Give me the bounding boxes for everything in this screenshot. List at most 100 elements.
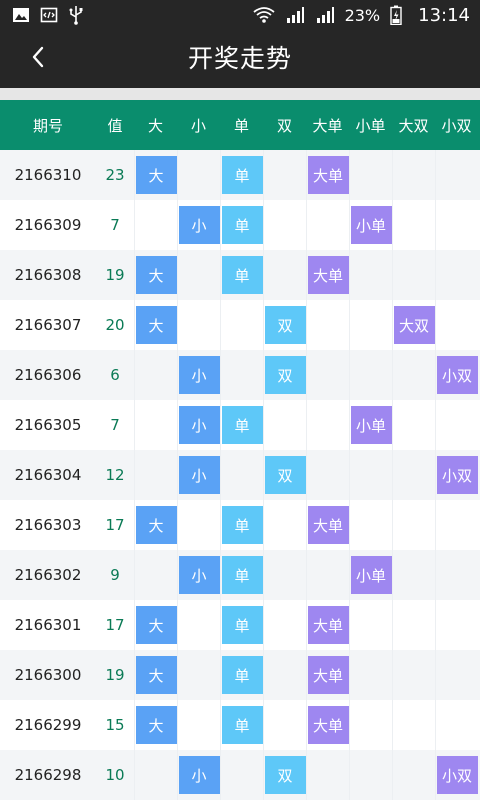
trend-cell xyxy=(392,650,435,700)
trend-cell: 大 xyxy=(134,650,177,700)
trend-chip: 双 xyxy=(264,306,306,344)
trend-cell: 小双 xyxy=(435,450,478,500)
issue-number: 2166304 xyxy=(14,466,82,484)
trend-chip: 大单 xyxy=(307,706,349,744)
trend-cell xyxy=(392,750,435,800)
trend-cell xyxy=(435,600,478,650)
trend-cell: 小 xyxy=(177,350,220,400)
chevron-left-icon xyxy=(31,46,45,72)
draw-value: 12 xyxy=(105,466,125,484)
header-big-odd: 大单 xyxy=(312,116,343,135)
trend-cell: 单 xyxy=(220,650,263,700)
trend-chip: 大单 xyxy=(307,656,349,694)
table-row: 2166308 19 大单大单 xyxy=(0,250,480,300)
trend-cell: 单 xyxy=(220,150,263,200)
status-bar: 23% 13:14 xyxy=(0,0,480,30)
trend-cell: 小单 xyxy=(349,400,392,450)
trend-cell: 单 xyxy=(220,250,263,300)
trend-cell xyxy=(392,550,435,600)
trend-cell xyxy=(435,650,478,700)
trend-cell xyxy=(349,600,392,650)
battery-percent: 23% xyxy=(344,5,381,25)
trend-chip: 双 xyxy=(264,456,306,494)
trend-chip: 大 xyxy=(135,506,177,544)
trend-chip: 单 xyxy=(221,556,263,594)
trend-cell xyxy=(177,250,220,300)
trend-cell xyxy=(177,600,220,650)
table-row: 2166305 7 小单 小单 xyxy=(0,400,480,450)
trend-cell: 大 xyxy=(134,150,177,200)
table-row: 2166299 15 大单大单 xyxy=(0,700,480,750)
trend-cell: 小 xyxy=(177,750,220,800)
trend-chip: 小 xyxy=(178,556,220,594)
table-row: 2166309 7 小单 小单 xyxy=(0,200,480,250)
table-row: 2166302 9 小单 小单 xyxy=(0,550,480,600)
issue-number: 2166303 xyxy=(14,516,82,534)
trend-cell: 小 xyxy=(177,550,220,600)
trend-cell: 大单 xyxy=(306,600,349,650)
draw-value: 17 xyxy=(105,616,125,634)
trend-cell xyxy=(349,250,392,300)
table-row: 2166300 19 大单大单 xyxy=(0,650,480,700)
trend-cell xyxy=(392,400,435,450)
trend-cell: 大 xyxy=(134,500,177,550)
image-icon xyxy=(12,6,30,24)
trend-cell xyxy=(435,200,478,250)
issue-number: 2166305 xyxy=(14,416,82,434)
trend-cell: 大 xyxy=(134,600,177,650)
trend-cell xyxy=(392,500,435,550)
header-small-even: 小双 xyxy=(441,116,472,135)
table-row: 2166301 17 大单大单 xyxy=(0,600,480,650)
header-big-even: 大双 xyxy=(398,116,429,135)
trend-cell xyxy=(177,300,220,350)
header-issue: 期号 xyxy=(32,116,63,135)
trend-cell: 双 xyxy=(263,450,306,500)
header-small: 小 xyxy=(190,116,206,135)
trend-cell xyxy=(177,500,220,550)
trend-chip: 小 xyxy=(178,206,220,244)
trend-cell xyxy=(220,450,263,500)
trend-cell xyxy=(263,200,306,250)
draw-value: 9 xyxy=(110,566,120,584)
trend-cell xyxy=(134,750,177,800)
draw-value: 7 xyxy=(110,416,120,434)
trend-chip: 单 xyxy=(221,706,263,744)
issue-number: 2166299 xyxy=(14,716,82,734)
draw-value: 7 xyxy=(110,216,120,234)
header-value: 值 xyxy=(107,116,123,135)
trend-chip: 小 xyxy=(178,756,220,794)
trend-cell: 大双 xyxy=(392,300,435,350)
trend-cell xyxy=(435,250,478,300)
back-button[interactable] xyxy=(20,40,56,78)
trend-cell xyxy=(392,150,435,200)
usb-icon xyxy=(68,5,84,25)
trend-cell: 大单 xyxy=(306,150,349,200)
trend-cell: 小单 xyxy=(349,550,392,600)
trend-cell xyxy=(220,750,263,800)
trend-chip: 大单 xyxy=(307,156,349,194)
trend-cell: 大单 xyxy=(306,250,349,300)
trend-cell xyxy=(134,200,177,250)
trend-cell xyxy=(349,350,392,400)
trend-chip: 大 xyxy=(135,706,177,744)
trend-cell xyxy=(349,150,392,200)
trend-chip: 大 xyxy=(135,656,177,694)
trend-cell: 单 xyxy=(220,600,263,650)
divider xyxy=(0,88,480,100)
trend-chip: 大单 xyxy=(307,506,349,544)
trend-cell xyxy=(349,650,392,700)
trend-cell xyxy=(349,300,392,350)
trend-cell xyxy=(392,200,435,250)
trend-chip: 小单 xyxy=(350,406,392,444)
trend-cell xyxy=(134,450,177,500)
issue-number: 2166307 xyxy=(14,316,82,334)
trend-chip: 单 xyxy=(221,206,263,244)
trend-cell: 大单 xyxy=(306,700,349,750)
trend-chip: 大单 xyxy=(307,606,349,644)
wifi-icon xyxy=(253,6,275,24)
trend-cell xyxy=(263,500,306,550)
trend-cell xyxy=(435,300,478,350)
trend-chip: 单 xyxy=(221,506,263,544)
trend-chip: 双 xyxy=(264,356,306,394)
issue-number: 2166298 xyxy=(14,766,82,784)
